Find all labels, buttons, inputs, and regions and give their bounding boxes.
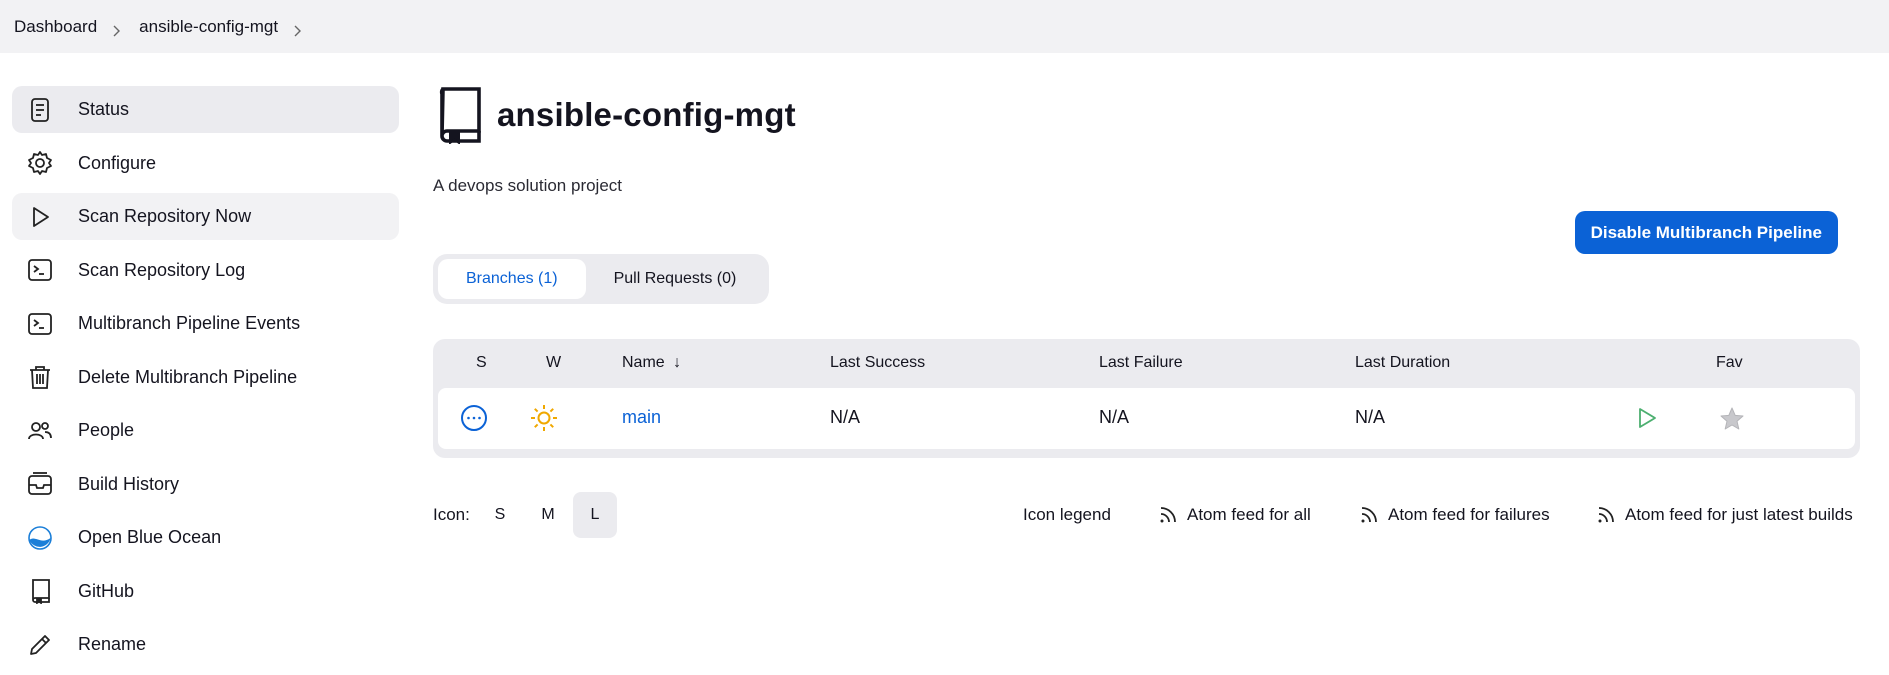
sidebar-item-build-history[interactable]: Build History — [12, 461, 399, 508]
chevron-right-icon — [111, 22, 121, 36]
header-last-duration[interactable]: Last Duration — [1355, 354, 1450, 372]
atom-feed-failures-label: Atom feed for failures — [1388, 505, 1550, 524]
header-fav: Fav — [1716, 354, 1743, 371]
terminal-icon — [26, 310, 54, 338]
blue-ocean-icon — [26, 524, 54, 552]
last-duration-value: N/A — [1355, 407, 1386, 427]
build-play-icon[interactable] — [1635, 406, 1659, 430]
sidebar-item-scan-repository-log[interactable]: Scan Repository Log — [12, 247, 399, 294]
atom-feed-all-link[interactable]: Atom feed for all — [1159, 492, 1311, 538]
last-success-value: N/A — [830, 407, 861, 427]
header-status[interactable]: S — [476, 354, 487, 372]
sidebar-item-label: Build History — [78, 473, 180, 494]
repo-icon — [439, 87, 481, 144]
play-icon — [26, 203, 54, 231]
chevron-right-icon[interactable] — [292, 22, 302, 36]
sidebar-item-label: Configure — [78, 152, 157, 173]
trash-icon — [26, 363, 54, 391]
rss-icon — [1598, 507, 1614, 523]
sidebar-item-configure[interactable]: Configure — [12, 140, 399, 187]
project-description: A devops solution project — [433, 176, 623, 195]
header-weather[interactable]: W — [546, 354, 561, 372]
sidebar-item-multibranch-pipeline-events[interactable]: Multibranch Pipeline Events — [12, 300, 399, 347]
rss-icon — [1160, 507, 1176, 523]
rss-icon — [1361, 507, 1377, 523]
pencil-icon — [26, 631, 54, 659]
sidebar-item-label: Status — [78, 99, 130, 119]
tab-branches[interactable]: Branches (1) — [438, 259, 586, 299]
breadcrumb-project[interactable]: ansible-config-mgt — [139, 17, 278, 37]
table-header: S W Name ↓ Last Success Last Failure Las… — [433, 339, 1860, 387]
page-title: ansible-config-mgt — [497, 96, 796, 133]
icon-legend-link[interactable]: Icon legend — [1023, 492, 1111, 538]
header-last-success[interactable]: Last Success — [830, 354, 925, 372]
sidebar-item-rename[interactable]: Rename — [12, 621, 399, 668]
people-icon — [26, 417, 54, 445]
sidebar-item-github[interactable]: GitHub — [12, 568, 399, 615]
header-name-label: Name — [622, 354, 665, 371]
sidebar-item-label: Multibranch Pipeline Events — [78, 313, 301, 333]
status-not-built-icon[interactable] — [460, 404, 488, 432]
sort-arrow-icon: ↓ — [673, 354, 682, 371]
breadcrumb: Dashboard ansible-config-mgt — [0, 0, 1889, 53]
favorite-star-icon[interactable] — [1719, 406, 1745, 432]
main-content: ansible-config-mgt A devops solution pro… — [433, 86, 1860, 538]
sidebar-item-label: Scan Repository Log — [78, 259, 246, 280]
atom-feed-failures-link[interactable]: Atom feed for failures — [1360, 492, 1550, 538]
header-name[interactable]: Name ↓ — [622, 354, 681, 372]
atom-feed-latest-link[interactable]: Atom feed for just latest builds — [1597, 492, 1853, 538]
repo-icon — [26, 577, 54, 605]
icon-size-m[interactable]: M — [526, 492, 570, 538]
sidebar-item-status[interactable]: Status — [12, 86, 399, 133]
table-row: main N/A N/A N/A — [438, 388, 1855, 449]
terminal-icon — [26, 256, 54, 284]
icon-size-s[interactable]: S — [478, 492, 522, 538]
sidebar-item-label: GitHub — [78, 580, 135, 601]
header-last-failure[interactable]: Last Failure — [1099, 354, 1183, 372]
icon-size-label: Icon: — [433, 505, 470, 524]
sidebar-item-label: Rename — [78, 634, 147, 654]
sidebar-item-label: Delete Multibranch Pipeline — [78, 366, 298, 387]
atom-feed-latest-label: Atom feed for just latest builds — [1625, 505, 1853, 524]
page-header: ansible-config-mgt — [433, 86, 1860, 144]
sidebar-item-label: Scan Repository Now — [78, 206, 252, 226]
document-icon — [26, 96, 54, 124]
disable-multibranch-pipeline-button[interactable]: Disable Multibranch Pipeline — [1574, 211, 1838, 254]
sidebar-item-delete-multibranch-pipeline[interactable]: Delete Multibranch Pipeline — [12, 354, 399, 401]
tab-pull-requests[interactable]: Pull Requests (0) — [586, 259, 765, 299]
sidebar-item-open-blue-ocean[interactable]: Open Blue Ocean — [12, 514, 399, 561]
branch-tabs: Branches (1) Pull Requests (0) — [433, 254, 770, 304]
atom-feed-all-label: Atom feed for all — [1187, 505, 1311, 524]
gear-icon — [26, 149, 54, 177]
inbox-icon — [26, 470, 54, 498]
sidebar-item-label: People — [78, 420, 135, 440]
sidebar-item-scan-repository-now[interactable]: Scan Repository Now — [12, 193, 399, 240]
sidebar: Status Configure Scan Repository Now Sca… — [12, 86, 399, 675]
table-footer: Icon: S M L Icon legend Atom feed for al… — [433, 492, 1860, 538]
branch-link[interactable]: main — [622, 407, 661, 428]
sidebar-item-people[interactable]: People — [12, 407, 399, 454]
breadcrumb-dashboard[interactable]: Dashboard — [14, 17, 97, 37]
icon-size-l[interactable]: L — [573, 492, 617, 538]
branches-table: S W Name ↓ Last Success Last Failure Las… — [433, 339, 1860, 458]
last-failure-value: N/A — [1099, 407, 1130, 427]
weather-sunny-icon[interactable] — [530, 404, 558, 432]
sidebar-item-label: Open Blue Ocean — [78, 527, 222, 547]
